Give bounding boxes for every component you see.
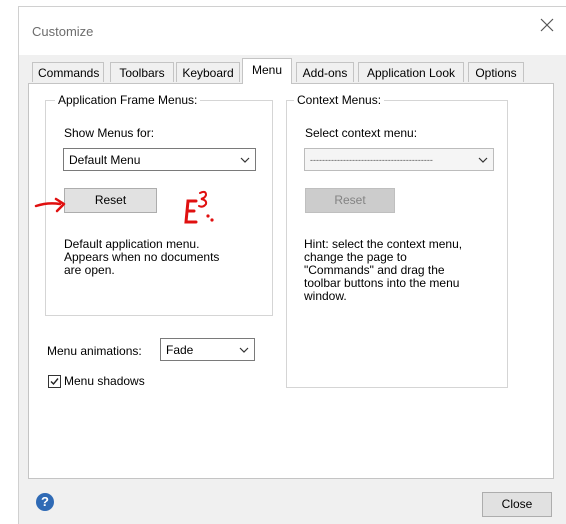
context-menus-group-label: Context Menus: xyxy=(294,93,385,107)
app-frame-reset-button[interactable]: Reset xyxy=(64,188,157,213)
hint-line: window. xyxy=(304,289,347,303)
context-menu-select[interactable]: ----------------------------------------… xyxy=(304,148,494,171)
tab-options[interactable]: Options xyxy=(468,62,524,82)
tab-keyboard[interactable]: Keyboard xyxy=(176,62,240,82)
close-button[interactable]: Close xyxy=(482,492,552,517)
tab-label: Options xyxy=(475,66,517,80)
tab-label: Toolbars xyxy=(119,66,165,80)
help-icon[interactable]: ? xyxy=(36,493,54,511)
context-hint: Hint: select the context menu, change th… xyxy=(304,238,504,303)
show-menus-label: Show Menus for: xyxy=(64,126,155,140)
window-title: Customize xyxy=(32,24,94,39)
tab-label: Menu xyxy=(251,63,283,77)
tab-label: Commands xyxy=(38,66,100,80)
close-icon[interactable] xyxy=(538,16,556,34)
app-frame-description: Default application menu. Appears when n… xyxy=(64,238,264,277)
application-frame-group-label: Application Frame Menus: xyxy=(55,93,201,107)
show-menus-select[interactable]: Default Menu xyxy=(63,148,256,171)
chevron-down-icon xyxy=(478,157,488,163)
tab-commands[interactable]: Commands xyxy=(32,62,104,82)
tab-menu[interactable]: Menu xyxy=(242,58,292,84)
select-context-label: Select context menu: xyxy=(305,126,418,140)
tab-application-look[interactable]: Application Look xyxy=(358,62,464,82)
tab-label: Application Look xyxy=(366,66,456,80)
menu-animations-value: Fade xyxy=(166,343,194,357)
menu-animations-label: Menu animations: xyxy=(47,344,142,358)
menu-shadows-label: Menu shadows xyxy=(64,374,145,388)
context-reset-button[interactable]: Reset xyxy=(305,188,395,213)
menu-animations-select[interactable]: Fade xyxy=(160,338,255,361)
show-menus-value: Default Menu xyxy=(69,153,141,167)
title-bar xyxy=(19,7,566,55)
checkmark-icon xyxy=(50,378,59,386)
menu-shadows-checkbox[interactable] xyxy=(48,375,61,388)
chevron-down-icon xyxy=(240,157,250,163)
description-line: are open. xyxy=(64,263,115,277)
tab-add-ons[interactable]: Add-ons xyxy=(296,62,354,82)
tab-toolbars[interactable]: Toolbars xyxy=(110,62,174,82)
tab-label: Add-ons xyxy=(302,66,348,80)
tab-label: Keyboard xyxy=(182,66,234,80)
chevron-down-icon xyxy=(239,347,249,353)
context-menu-value: ----------------------------------------… xyxy=(310,155,433,165)
